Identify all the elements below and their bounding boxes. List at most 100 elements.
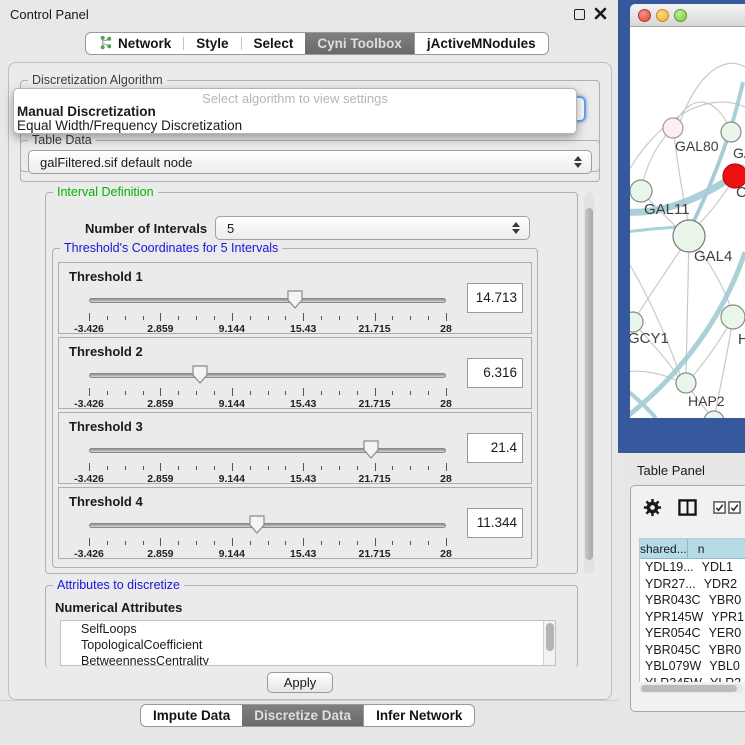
panel-title: Control Panel bbox=[10, 7, 89, 22]
threshold-4-value-field[interactable]: 11.344 bbox=[467, 508, 523, 538]
table-cell[interactable]: YBR0 bbox=[701, 642, 745, 659]
gear-icon[interactable] bbox=[643, 498, 662, 520]
scrollbar-thumb[interactable] bbox=[546, 623, 554, 651]
thresholds-coordinates-label: Threshold's Coordinates for 5 Intervals bbox=[60, 241, 282, 255]
slider-thumb[interactable] bbox=[287, 290, 303, 309]
tab-cyni-toolbox[interactable]: Cyni Toolbox bbox=[305, 33, 414, 54]
table-cell[interactable]: YBR043C bbox=[640, 592, 701, 609]
table-cell[interactable]: YLR345W bbox=[640, 675, 702, 683]
threshold-4-box: Threshold 4 -3.4262.8599.14415.4321.7152… bbox=[58, 487, 532, 559]
threshold-1-label: Threshold 1 bbox=[69, 269, 143, 284]
table-data-combobox[interactable]: galFiltered.sif default node bbox=[28, 150, 592, 174]
table-cell[interactable]: YBL079W bbox=[640, 658, 701, 675]
threshold-1-slider[interactable]: -3.4262.8599.14415.4321.71528 bbox=[89, 287, 446, 333]
column-header-name[interactable]: n bbox=[688, 539, 745, 559]
table-row[interactable]: YLR345WYLR3 bbox=[640, 675, 745, 683]
table-cell[interactable]: YER054C bbox=[640, 625, 701, 642]
threshold-3-slider[interactable]: -3.4262.8599.14415.4321.71528 bbox=[89, 437, 446, 483]
node-table[interactable]: shared... n YDL19...YDL1YDR27...YDR2YBR0… bbox=[639, 538, 745, 682]
threshold-4-slider[interactable]: -3.4262.8599.14415.4321.71528 bbox=[89, 512, 446, 558]
interval-scrollbar[interactable] bbox=[584, 192, 594, 574]
scrollbar-thumb[interactable] bbox=[641, 685, 737, 692]
number-of-intervals-combobox[interactable]: 5 bbox=[215, 216, 530, 240]
tab-network[interactable]: Network bbox=[86, 33, 183, 54]
slider-track[interactable] bbox=[89, 448, 446, 453]
zoom-traffic-light-icon[interactable] bbox=[674, 9, 687, 22]
dropdown-option-equal-width-frequency[interactable]: Equal Width/Frequency Discretization bbox=[17, 118, 242, 133]
slider-tick-labels: -3.4262.8599.14415.4321.71528 bbox=[89, 548, 446, 560]
network-node[interactable] bbox=[630, 180, 652, 202]
tab-impute-data[interactable]: Impute Data bbox=[141, 705, 242, 726]
table-row[interactable]: YDL19...YDL1 bbox=[640, 559, 745, 576]
network-node-label: GAL4 bbox=[694, 248, 732, 265]
network-node[interactable] bbox=[721, 122, 741, 142]
algorithm-dropdown-popup: Select algorithm to view settings Manual… bbox=[13, 88, 577, 134]
network-node[interactable] bbox=[676, 373, 696, 393]
slider-ticks bbox=[89, 313, 446, 322]
threshold-2-value-field[interactable]: 6.316 bbox=[467, 358, 523, 388]
attribute-item[interactable]: TopologicalCoefficient bbox=[61, 637, 555, 653]
threshold-4-label: Threshold 4 bbox=[69, 494, 143, 509]
table-cell[interactable]: YBR0 bbox=[701, 592, 745, 609]
slider-thumb[interactable] bbox=[363, 440, 379, 459]
checkbox-icon[interactable] bbox=[713, 501, 726, 517]
close-traffic-light-icon[interactable] bbox=[638, 9, 651, 22]
slider-track[interactable] bbox=[89, 523, 446, 528]
tab-jactivemnodules[interactable]: jActiveMNodules bbox=[414, 33, 548, 54]
table-cell[interactable]: YBR045C bbox=[640, 642, 701, 659]
threshold-1-box: Threshold 1 -3.4262.8599.14415.4321.7152… bbox=[58, 262, 532, 334]
network-node[interactable] bbox=[630, 312, 643, 332]
slider-ticks bbox=[89, 538, 446, 547]
scrollbar-thumb[interactable] bbox=[585, 208, 593, 560]
table-panel: Table Panel shared... n YDL19...YDL1YDR2… bbox=[618, 453, 745, 745]
tab-select[interactable]: Select bbox=[242, 33, 306, 54]
table-cell[interactable]: YBL0 bbox=[701, 658, 745, 675]
slider-track[interactable] bbox=[89, 373, 446, 378]
threshold-3-value-field[interactable]: 21.4 bbox=[467, 433, 523, 463]
apply-button[interactable]: Apply bbox=[267, 672, 333, 693]
tab-infer-network[interactable]: Infer Network bbox=[363, 705, 474, 726]
tab-discretize-data[interactable]: Discretize Data bbox=[242, 705, 363, 726]
table-cell[interactable]: YER0 bbox=[701, 625, 745, 642]
tab-style[interactable]: Style bbox=[184, 33, 240, 54]
attribute-item[interactable]: BetweennessCentrality bbox=[61, 653, 555, 666]
table-cell[interactable]: YPR145W bbox=[640, 609, 703, 626]
bottom-tabbar: Impute Data Discretize Data Infer Networ… bbox=[140, 704, 475, 727]
table-row[interactable]: YER054CYER0 bbox=[640, 625, 745, 642]
table-cell[interactable]: YLR3 bbox=[702, 675, 745, 683]
table-cell[interactable]: YDL19... bbox=[640, 559, 694, 576]
slider-track[interactable] bbox=[89, 298, 446, 303]
minimize-traffic-light-icon[interactable] bbox=[656, 9, 669, 22]
checkbox-icon[interactable] bbox=[728, 501, 741, 517]
network-window: GAL80GAGAL11CGAL4GCY1HHAP2 bbox=[618, 0, 745, 453]
network-node[interactable] bbox=[721, 305, 745, 329]
attribute-item[interactable]: SelfLoops bbox=[61, 621, 555, 637]
numerical-attributes-list[interactable]: SelfLoopsTopologicalCoefficientBetweenne… bbox=[60, 620, 556, 666]
table-cell[interactable]: YPR1 bbox=[703, 609, 745, 626]
table-cell[interactable]: YDL1 bbox=[694, 559, 745, 576]
network-node[interactable] bbox=[663, 118, 683, 138]
table-horizontal-scrollbar[interactable] bbox=[639, 684, 743, 693]
column-header-shared-name[interactable]: shared... bbox=[640, 539, 688, 559]
table-row[interactable]: YDR27...YDR2 bbox=[640, 576, 745, 593]
network-node-label: GAL11 bbox=[644, 201, 690, 218]
table-cell[interactable]: YDR2 bbox=[696, 576, 745, 593]
table-data-value: galFiltered.sif default node bbox=[40, 155, 192, 170]
slider-tick-labels: -3.4262.8599.14415.4321.71528 bbox=[89, 398, 446, 410]
network-window-titlebar[interactable] bbox=[630, 4, 745, 27]
threshold-1-value-field[interactable]: 14.713 bbox=[467, 283, 523, 313]
float-window-icon[interactable] bbox=[574, 9, 585, 20]
slider-thumb[interactable] bbox=[192, 365, 208, 384]
table-row[interactable]: YBR045CYBR0 bbox=[640, 642, 745, 659]
threshold-2-slider[interactable]: -3.4262.8599.14415.4321.71528 bbox=[89, 362, 446, 408]
table-row[interactable]: YPR145WYPR1 bbox=[640, 609, 745, 626]
attributes-scrollbar[interactable] bbox=[543, 621, 555, 665]
dropdown-option-manual-discretization[interactable]: Manual Discretization bbox=[17, 104, 156, 119]
close-icon[interactable] bbox=[593, 6, 608, 21]
split-columns-icon[interactable] bbox=[678, 498, 697, 520]
network-canvas[interactable]: GAL80GAGAL11CGAL4GCY1HHAP2 bbox=[630, 27, 745, 418]
table-row[interactable]: YBR043CYBR0 bbox=[640, 592, 745, 609]
table-row[interactable]: YBL079WYBL0 bbox=[640, 658, 745, 675]
table-cell[interactable]: YDR27... bbox=[640, 576, 696, 593]
slider-thumb[interactable] bbox=[249, 515, 265, 534]
